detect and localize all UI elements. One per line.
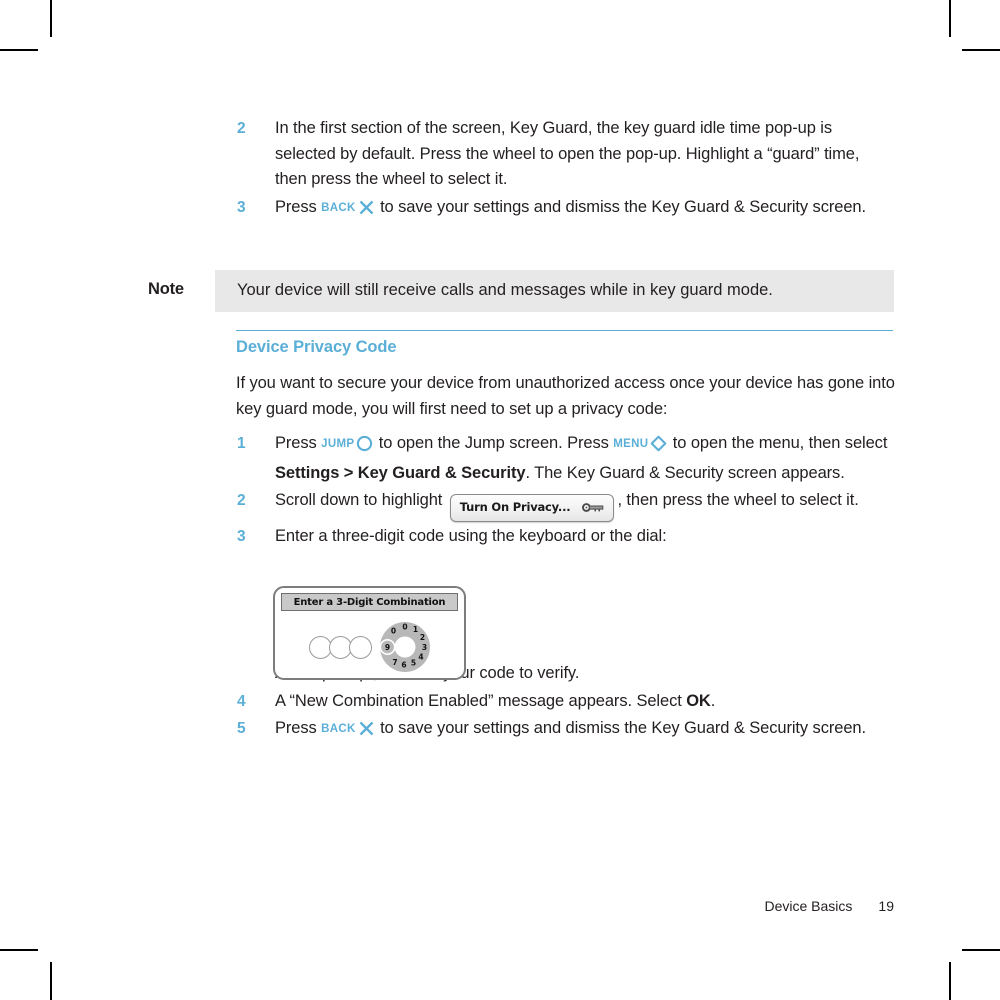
x-icon [358,720,375,746]
svg-text:0: 0 [402,623,407,632]
footer-section: Device Basics [764,898,853,914]
code-slot [349,636,372,659]
step-text-part1: A “New Combination Enabled” message appe… [275,691,687,710]
svg-text:1: 1 [413,625,418,634]
list-item: 4 A “New Combination Enabled” message ap… [236,689,894,715]
footer-page-number: 19 [878,898,894,914]
step-text-bold: Settings > Key Guard & Security [275,463,526,482]
step-text: Press JUMP to open the Jump screen. Pres… [275,431,894,486]
svg-text:0: 0 [391,627,396,636]
step-text-part1: Press [275,434,322,452]
svg-text:3: 3 [422,643,427,652]
step-text-bold: OK [686,691,711,710]
section-divider [236,330,893,332]
device-body: 0 1 2 3 4 5 6 7 0 9 [275,612,464,678]
step-number: 4 [237,692,246,710]
step-number: 3 [237,527,246,545]
step-text-part2: to open the Jump screen. Press [374,434,614,452]
svg-text:4: 4 [418,653,423,662]
step-text-part2: , then press the wheel to select it. [617,491,859,509]
step-text-part2: . [710,691,716,710]
diamond-icon [650,435,667,461]
step-text: Enter a three-digit code using the keybo… [275,526,667,545]
key-icon [582,500,604,517]
page-footer: Device Basics 19 [0,898,895,914]
list-item: 5 Press BACK to save your settings and d… [236,716,894,746]
top-steps-list: 2 In the first section of the screen, Ke… [236,116,894,226]
list-item: 2 Scroll down to highlight Turn On Priva… [236,488,894,522]
step-number: 2 [237,120,246,137]
list-item: 2 In the first section of the screen, Ke… [236,116,894,193]
step-number: 5 [237,720,246,737]
step-text-part2: to save your settings and dismiss the Ke… [375,719,866,737]
step-text: Scroll down to highlight Turn On Privacy… [275,488,894,522]
step-number: 3 [237,198,246,216]
code-slots [309,636,372,659]
note-block: Note Your device will still receive call… [148,270,894,312]
step-text-after: to save your settings and dismiss the Ke… [375,197,866,216]
step-text: A “New Combination Enabled” message appe… [275,689,894,715]
step-text-part4: . The Key Guard & Security screen appear… [525,463,845,482]
step-number: 1 [237,435,246,452]
step-text-part3: to open the menu, then select [668,434,888,452]
device-title: Enter a 3-Digit Combination [293,596,446,608]
note-text: Your device will still receive calls and… [215,270,894,312]
step-text: In the first section of the screen, Key … [275,119,860,188]
rotary-dial: 0 1 2 3 4 5 6 7 0 9 [379,621,431,673]
step-text: Press BACK to save your settings and dis… [275,716,894,746]
back-key-label: BACK [321,723,356,735]
step-text-before: Press [275,197,322,216]
menu-key-label: MENU [613,438,649,450]
note-label: Note [148,280,184,298]
intro-paragraph: If you want to secure your device from u… [236,374,895,418]
page-title: Device Privacy Code [236,338,397,356]
svg-text:7: 7 [392,658,397,667]
step-text-part1: Press [275,719,322,737]
step-text: Press BACK to save your settings and dis… [275,195,894,225]
manual-page: 2 In the first section of the screen, Ke… [0,0,1000,1000]
list-item: 1 Press JUMP to open the Jump screen. Pr… [236,431,894,486]
back-key-label: BACK [321,201,356,214]
svg-text:5: 5 [411,659,416,668]
step-number: 2 [237,492,246,509]
list-item: 3 Press BACK to save your settings and d… [236,195,894,225]
svg-text:6: 6 [401,661,406,670]
device-screenshot-figure: Enter a 3-Digit Combination 0 1 2 3 4 5 … [273,586,466,680]
circle-icon [356,435,373,461]
step-text-part1: Scroll down to highlight [275,491,447,509]
list-item: 3 Enter a three-digit code using the key… [236,524,894,550]
device-titlebar: Enter a 3-Digit Combination [281,593,458,611]
jump-key-label: JUMP [321,438,355,450]
chip-label: Turn On Privacy... [459,500,571,514]
svg-text:2: 2 [420,633,425,642]
turn-on-privacy-chip: Turn On Privacy... [449,494,615,522]
x-icon [358,199,375,225]
svg-text:9: 9 [385,643,390,652]
